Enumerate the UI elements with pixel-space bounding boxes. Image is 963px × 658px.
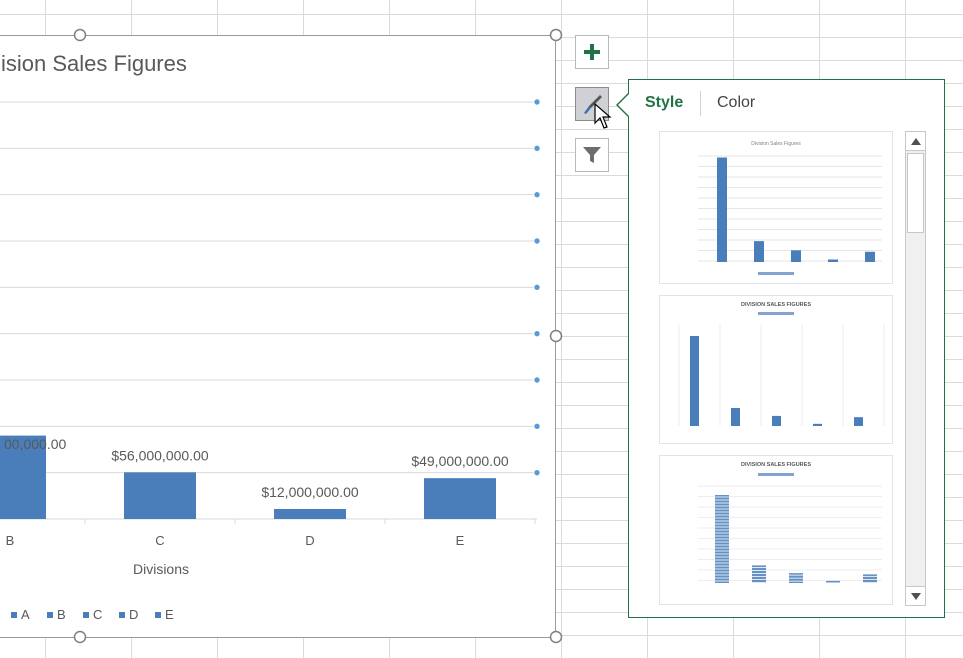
- gridline-handle[interactable]: [533, 283, 541, 292]
- legend-swatch-e: [155, 612, 161, 618]
- bar-c[interactable]: [124, 472, 196, 519]
- data-label-e: $49,000,000.00: [411, 453, 509, 469]
- thumb-bar: [754, 241, 764, 262]
- tick-label-c: C: [155, 533, 164, 548]
- legend-swatch-b: [47, 612, 53, 618]
- chart-category-ticks: B C D E: [6, 519, 536, 548]
- data-label-d: $12,000,000.00: [261, 484, 359, 500]
- scrollbar-thumb[interactable]: [907, 153, 924, 233]
- gridline-handle[interactable]: [533, 190, 541, 199]
- chart-legend[interactable]: A B C D E: [11, 607, 174, 622]
- style-thumbnail-1-bars: [717, 157, 875, 262]
- style-thumbnail-3-preview: DIVISION SALES FIGURES: [698, 462, 882, 584]
- arrow-up-icon: [910, 137, 921, 145]
- thumb-bar: [863, 574, 877, 583]
- pane-scrollbar[interactable]: [905, 131, 926, 606]
- style-thumbnail-3-title: DIVISION SALES FIGURES: [741, 462, 811, 468]
- pane-pointer-fill: [618, 93, 630, 117]
- gridline-handle[interactable]: [533, 237, 541, 245]
- gridline-selection-handles[interactable]: [533, 98, 541, 477]
- tick-label-b: B: [6, 533, 15, 548]
- style-thumbnail-2-preview: DIVISION SALES FIGURES: [678, 302, 885, 426]
- style-thumbnail-2-bars: [690, 336, 863, 426]
- thumb-bar: [772, 415, 781, 426]
- thumb-bar: [717, 157, 727, 262]
- thumb-bar: [752, 565, 766, 583]
- legend-entry-d: D: [129, 607, 138, 622]
- chart-styles-pane: Style Color Division Sales Figures DIVIS…: [628, 79, 945, 618]
- x-axis-title[interactable]: Divisions: [133, 561, 189, 577]
- gridline-handle[interactable]: [533, 376, 541, 384]
- thumb-bar: [813, 423, 822, 426]
- style-thumbnail-2-title: DIVISION SALES FIGURES: [741, 302, 811, 308]
- gridline-handle[interactable]: [533, 468, 541, 477]
- legend-swatch-d: [119, 612, 125, 618]
- data-label-b: 00,000.00: [4, 436, 66, 452]
- style-thumbnail-1[interactable]: Division Sales Figures: [659, 131, 893, 284]
- chart-elements-button[interactable]: [575, 35, 609, 69]
- chart-area[interactable]: 00,000.00 $56,000,000.00 $12,000,000.00 $49…: [0, 35, 556, 638]
- legend-entry-c: C: [93, 607, 102, 622]
- style-thumbnail-1-title: Division Sales Figures: [751, 141, 801, 147]
- thumb-bar: [865, 251, 875, 262]
- thumb-bar: [690, 336, 699, 426]
- legend-swatch-c: [83, 612, 89, 618]
- mouse-pointer-icon: [594, 103, 612, 129]
- legend-entry-e: E: [165, 607, 174, 622]
- style-thumbnail-2-column-guides: [678, 324, 885, 426]
- gridline-handle[interactable]: [533, 329, 541, 338]
- thumb-bar: [791, 250, 801, 262]
- gridline-handle[interactable]: [533, 422, 541, 431]
- chart-title[interactable]: ision Sales Figures: [1, 51, 187, 76]
- style-thumbnail-3[interactable]: DIVISION SALES FIGURES: [659, 455, 893, 605]
- chart-filters-button[interactable]: [575, 138, 609, 172]
- tab-color[interactable]: Color: [717, 93, 755, 113]
- plus-icon: [584, 44, 600, 60]
- thumb-bar: [854, 417, 863, 426]
- scroll-up-button[interactable]: [906, 132, 925, 151]
- thumb-bar: [731, 408, 740, 426]
- tick-label-e: E: [456, 533, 465, 548]
- legend-swatch-a: [11, 612, 17, 618]
- chart-canvas: 00,000.00 $56,000,000.00 $12,000,000.00 $49…: [0, 51, 541, 622]
- arrow-down-icon: [910, 592, 921, 600]
- tab-style[interactable]: Style: [645, 93, 683, 113]
- bar-d[interactable]: [274, 508, 346, 519]
- legend-entry-b: B: [57, 607, 66, 622]
- bar-e[interactable]: [424, 478, 496, 519]
- gridline-handle[interactable]: [533, 144, 541, 153]
- data-label-c: $56,000,000.00: [111, 447, 209, 463]
- thumb-bar: [828, 259, 838, 262]
- style-thumbnail-1-legend: [758, 272, 794, 275]
- gridline-handle[interactable]: [533, 98, 541, 106]
- scroll-down-button[interactable]: [906, 586, 925, 605]
- style-thumbnail-1-preview: Division Sales Figures: [698, 141, 882, 275]
- tick-label-d: D: [305, 533, 314, 548]
- funnel-icon: [583, 147, 601, 163]
- style-thumbnail-2[interactable]: DIVISION SALES FIGURES: [659, 295, 893, 444]
- tab-divider: [700, 91, 701, 116]
- legend-entry-a: A: [21, 607, 30, 622]
